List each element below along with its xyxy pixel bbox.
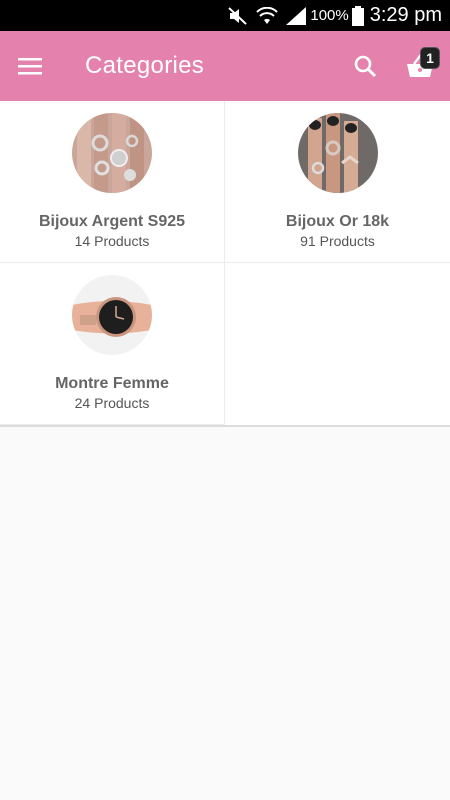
category-grid: Bijoux Argent S925 14 Products Bijoux Or… bbox=[0, 101, 450, 427]
category-name: Montre Femme bbox=[55, 375, 169, 392]
category-name: Bijoux Or 18k bbox=[285, 213, 390, 230]
search-button[interactable] bbox=[340, 31, 390, 101]
page-title: Categories bbox=[85, 52, 205, 79]
cart-count-badge: 1 bbox=[420, 47, 440, 69]
signal-icon bbox=[286, 6, 307, 25]
search-icon bbox=[354, 55, 377, 78]
gold-rings-photo bbox=[297, 113, 378, 193]
wifi-icon bbox=[256, 6, 279, 25]
status-bar: 100% 3:29 pm bbox=[0, 0, 450, 31]
cart-button[interactable]: 1 bbox=[390, 31, 450, 101]
category-card[interactable]: Montre Femme 24 Products bbox=[0, 263, 225, 425]
hamburger-menu-icon bbox=[18, 58, 42, 75]
category-card[interactable]: Bijoux Or 18k 91 Products bbox=[225, 101, 450, 263]
battery-percentage: 100% bbox=[310, 7, 349, 24]
category-card[interactable]: Bijoux Argent S925 14 Products bbox=[0, 101, 225, 263]
app-bar: Categories 1 bbox=[0, 31, 450, 101]
silver-rings-photo bbox=[72, 113, 152, 193]
category-count: 24 Products bbox=[74, 395, 150, 411]
rose-gold-watch-photo bbox=[72, 275, 152, 355]
category-count: 14 Products bbox=[74, 233, 150, 249]
category-count: 91 Products bbox=[300, 233, 375, 249]
battery-icon bbox=[351, 5, 364, 26]
mute-icon bbox=[228, 6, 248, 25]
empty-grid-cell bbox=[225, 263, 450, 425]
status-clock: 3:29 pm bbox=[369, 4, 442, 26]
menu-button[interactable] bbox=[0, 31, 60, 101]
category-name: Bijoux Argent S925 bbox=[38, 213, 186, 230]
